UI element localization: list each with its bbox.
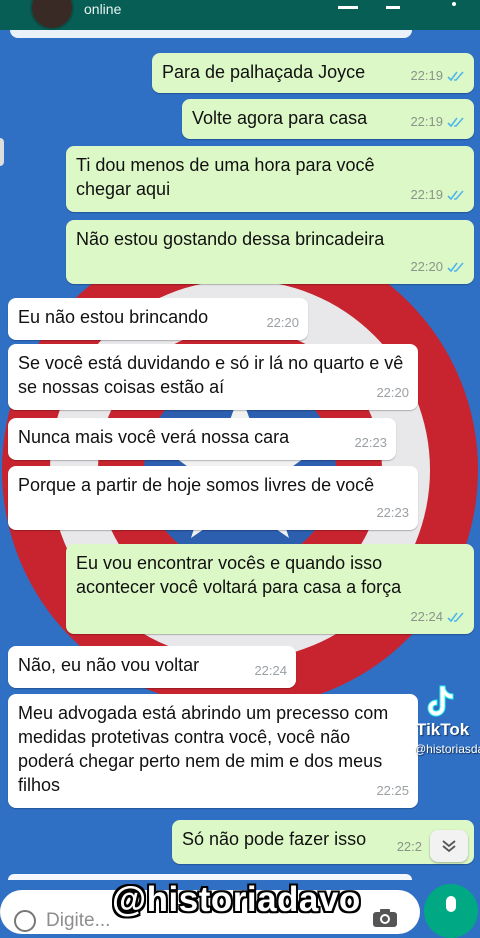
read-ticks-icon	[447, 190, 464, 201]
message-time: 22:19	[410, 187, 443, 202]
message-text: Eu vou encontrar vocês e quando isso aco…	[76, 553, 402, 597]
message-bubble[interactable]: Se você está duvidando e só ir lá no qua…	[8, 344, 418, 410]
mic-button[interactable]	[424, 884, 478, 938]
message-meta: 22:24	[254, 659, 287, 683]
message-time: 22:20	[266, 315, 299, 330]
menu-icon[interactable]	[452, 2, 456, 6]
message-time: 22:19	[410, 68, 443, 83]
read-ticks-icon	[447, 117, 464, 128]
message-text: Não, eu não vou voltar	[18, 655, 200, 675]
read-ticks-icon	[447, 71, 464, 82]
message-meta: 22:2	[397, 835, 422, 859]
video-call-icon[interactable]	[338, 0, 358, 9]
message-text: Nunca mais você verá nossa cara	[18, 427, 290, 447]
message-time: 22:24	[410, 609, 443, 624]
tiktok-logo-icon	[427, 685, 454, 717]
chevron-down-icon	[442, 840, 456, 853]
message-text: Se você está duvidando e só ir lá no qua…	[18, 353, 404, 397]
message-time: 22:23	[376, 505, 409, 520]
message-meta: 22:23	[376, 501, 409, 525]
edge-marker	[0, 138, 4, 166]
message-bubble[interactable]: Só não pode fazer isso 22:2	[172, 820, 474, 864]
emoji-icon[interactable]	[14, 910, 36, 932]
message-meta: 22:24	[410, 605, 465, 629]
voice-call-icon[interactable]	[386, 0, 400, 9]
message-time: 22:24	[254, 663, 287, 678]
chat-header: online	[0, 0, 480, 30]
message-meta: 22:19	[410, 183, 465, 207]
message-time: 22:25	[376, 783, 409, 798]
tiktok-brand: TikTok	[416, 720, 470, 739]
camera-icon[interactable]	[372, 908, 398, 928]
message-meta: 22:20	[410, 255, 465, 279]
message-text: Porque a partir de hoje somos livres de …	[18, 475, 375, 495]
read-ticks-icon	[447, 612, 464, 623]
message-time: 22:20	[376, 385, 409, 400]
tiktok-handle: @historiasdavo	[414, 742, 480, 756]
message-bubble[interactable]: Meu advogada está abrindo um precesso co…	[8, 694, 418, 808]
message-meta: 22:20	[376, 381, 409, 405]
message-meta: 22:25	[376, 779, 409, 803]
message-bubble[interactable]: Volte agora para casa 22:19	[182, 99, 474, 139]
message-bubble[interactable]: Não, eu não vou voltar 22:24	[8, 646, 296, 688]
contact-status: online	[84, 1, 122, 17]
read-ticks-icon	[447, 262, 464, 273]
message-text: Não estou gostando dessa brincadeira	[76, 229, 385, 249]
message-bubble[interactable]: Porque a partir de hoje somos livres de …	[8, 466, 418, 530]
scroll-down-button[interactable]	[430, 830, 468, 862]
message-bubble[interactable]: Eu não estou brincando 22:20	[8, 298, 308, 340]
mic-icon	[446, 896, 456, 912]
message-bubble[interactable]: Eu vou encontrar vocês e quando isso aco…	[66, 544, 474, 634]
message-input[interactable]: Digite...	[46, 910, 110, 932]
message-text: Meu advogada está abrindo um precesso co…	[18, 703, 389, 795]
message-time: 22:20	[410, 259, 443, 274]
contact-avatar[interactable]	[30, 0, 74, 30]
message-bubble[interactable]: Ti dou menos de uma hora para você chega…	[66, 146, 474, 212]
overlay-handle: @historiadavo	[112, 880, 361, 919]
message-bubble[interactable]: Não estou gostando dessa brincadeira 22:…	[66, 220, 474, 284]
message-bubble[interactable]: Nunca mais você verá nossa cara 22:23	[8, 418, 396, 460]
message-text: Ti dou menos de uma hora para você chega…	[76, 155, 375, 199]
message-meta: 22:19	[410, 110, 465, 134]
message-time: 22:19	[410, 114, 443, 129]
message-meta: 22:23	[354, 431, 387, 455]
message-meta: 22:19	[410, 64, 465, 88]
message-bubble[interactable]: Para de palhaçada Joyce 22:19	[152, 53, 474, 93]
message-meta: 22:20	[266, 311, 299, 335]
message-time: 22:2	[396, 839, 422, 854]
date-separator	[10, 30, 412, 38]
message-time: 22:23	[354, 435, 387, 450]
message-text: Eu não estou brincando	[18, 307, 209, 327]
